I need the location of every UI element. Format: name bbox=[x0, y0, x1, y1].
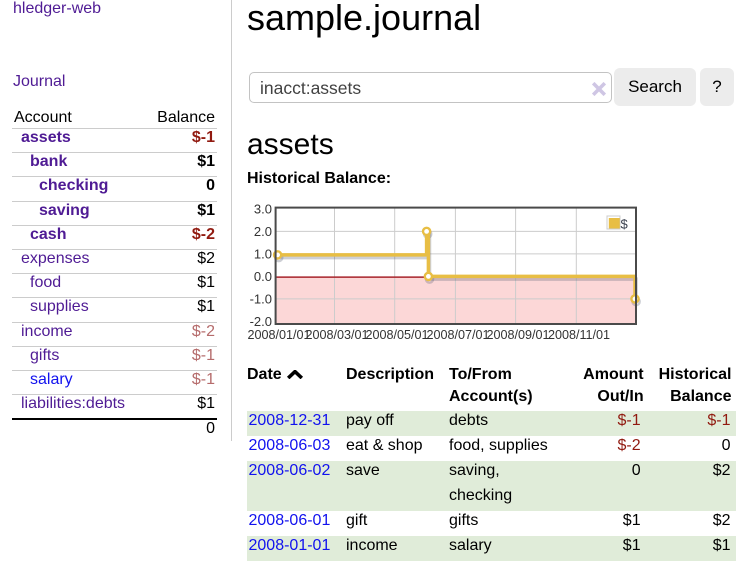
svg-text:$: $ bbox=[621, 217, 629, 232]
svg-text:-1.0: -1.0 bbox=[250, 292, 272, 307]
svg-text:2008/09/01: 2008/09/01 bbox=[486, 328, 549, 342]
svg-text:2008/07/01: 2008/07/01 bbox=[426, 328, 489, 342]
svg-text:-2.0: -2.0 bbox=[250, 314, 272, 329]
svg-text:2008/01/01: 2008/01/01 bbox=[247, 328, 310, 342]
svg-text:2.0: 2.0 bbox=[254, 224, 272, 239]
svg-text:0.0: 0.0 bbox=[254, 269, 272, 284]
svg-text:2008/05/01: 2008/05/01 bbox=[365, 328, 428, 342]
svg-text:1.0: 1.0 bbox=[254, 247, 272, 262]
svg-text:3.0: 3.0 bbox=[254, 202, 272, 217]
svg-text:2008/11/01: 2008/11/01 bbox=[548, 328, 610, 342]
svg-text:2008/03/01: 2008/03/01 bbox=[305, 328, 368, 342]
